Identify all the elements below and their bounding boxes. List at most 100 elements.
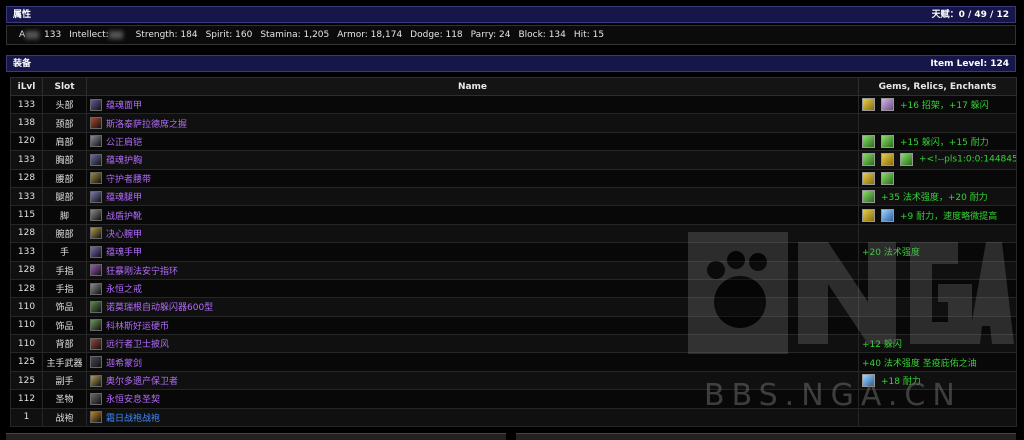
col-ilvl: iLvl <box>10 77 43 96</box>
green-gem-icon[interactable] <box>881 134 894 148</box>
equipment-title: 装备 <box>13 59 32 69</box>
stat-item: Parry: 24 <box>471 30 511 40</box>
blurred-stat <box>25 30 40 39</box>
item-ilvl: 125 <box>10 370 43 391</box>
stat-value: 118 <box>442 30 463 40</box>
enchant-text: +12 躲闪 <box>862 340 902 351</box>
item-icon[interactable] <box>90 135 102 148</box>
item-ilvl: 128 <box>10 278 43 299</box>
table-header-row: iLvl Slot Name Gems, Relics, Enchants <box>10 77 1017 96</box>
item-slot: 颈部 <box>42 113 87 133</box>
stat-value: 24 <box>496 30 511 40</box>
stat-item: Hit: 15 <box>574 30 604 40</box>
item-gems-cell <box>858 297 1017 317</box>
stat-label: Block: <box>518 30 546 40</box>
green-gem-icon[interactable] <box>862 190 875 204</box>
blue-gem-icon[interactable] <box>862 374 875 388</box>
item-slot: 手 <box>42 242 87 262</box>
stat-label: Dodge: <box>410 30 443 40</box>
item-icon[interactable] <box>90 172 102 185</box>
item-gems-cell <box>858 278 1017 299</box>
item-level: Item Level: 124 <box>930 59 1009 69</box>
pink-gem-icon[interactable] <box>881 98 894 112</box>
item-name-link[interactable]: 公正肩铠 <box>106 138 142 148</box>
enchant-text: +18 耐力 <box>881 377 921 388</box>
attributes-header: 属性 天赋：0 / 49 / 12 <box>6 6 1016 23</box>
item-name-link[interactable]: 决心腕甲 <box>106 230 142 240</box>
table-row: 133 手 蕴魂手甲 +20 法术强度 <box>10 242 1017 262</box>
item-icon[interactable] <box>90 300 102 313</box>
green-gem-icon[interactable] <box>881 171 894 185</box>
yellow-gem-icon[interactable] <box>862 171 875 185</box>
item-icon[interactable] <box>90 227 102 240</box>
item-name-link[interactable]: 科林斯好运硬币 <box>106 322 169 332</box>
item-icon[interactable] <box>90 282 102 295</box>
item-icon[interactable] <box>90 411 102 424</box>
stats-row: A 133 Intellect: Strength: 184 Spirit: 160… <box>6 25 1016 45</box>
item-name-link[interactable]: 永恒之戒 <box>106 285 142 295</box>
stat-item: Dodge: 118 <box>410 30 462 40</box>
item-ilvl: 120 <box>10 131 43 152</box>
item-name-link[interactable]: 蕴魂腿甲 <box>106 193 142 203</box>
item-name-link[interactable]: 霜日战袍战袍 <box>106 414 160 424</box>
green-gem-icon[interactable] <box>862 153 875 167</box>
item-slot: 肩部 <box>42 131 87 152</box>
item-gems-cell <box>858 407 1017 428</box>
stat-label: Intellect: <box>69 30 109 40</box>
item-icon[interactable] <box>90 356 102 369</box>
table-row: 1 战袍 霜日战袍战袍 <box>10 407 1017 428</box>
item-icon[interactable] <box>90 117 102 130</box>
table-row: 125 副手 奥尔多遗产保卫者 +18 耐力 <box>10 370 1017 391</box>
stat-item: A 133 <box>19 30 61 40</box>
item-name-link[interactable]: 奥尔多遗产保卫者 <box>106 377 178 387</box>
item-name-cell: 狂暴刚法安宁指环 <box>86 260 859 280</box>
item-icon[interactable] <box>90 190 102 203</box>
item-ilvl: 133 <box>10 150 43 170</box>
item-name-link[interactable]: 远行者卫士披风 <box>106 340 169 350</box>
item-icon[interactable] <box>90 374 102 387</box>
yellow-gem-icon[interactable] <box>862 98 875 112</box>
item-name-link[interactable]: 蕴魂护胸 <box>106 156 142 166</box>
stat-item: Block: 134 <box>518 30 565 40</box>
item-ilvl: 1 <box>10 407 43 428</box>
item-slot: 腕部 <box>42 223 87 244</box>
item-name-link[interactable]: 迦希蒙剑 <box>106 359 142 369</box>
item-name-cell: 斯洛泰萨拉德席之握 <box>86 113 859 133</box>
item-name-cell: 战盾护靴 <box>86 205 859 225</box>
item-icon[interactable] <box>90 264 102 277</box>
item-name-link[interactable]: 战盾护靴 <box>106 212 142 222</box>
item-slot: 手指 <box>42 260 87 280</box>
table-row: 133 胸部 蕴魂护胸 +<!--pls1:0:0:144845... <box>10 150 1017 170</box>
item-ilvl: 133 <box>10 94 43 115</box>
item-icon[interactable] <box>90 153 102 166</box>
yellow-gem-icon[interactable] <box>862 208 875 222</box>
item-slot: 副手 <box>42 370 87 391</box>
item-gems-cell: +12 躲闪 <box>858 334 1017 354</box>
item-name-link[interactable]: 狂暴刚法安宁指环 <box>106 267 178 277</box>
item-icon[interactable] <box>90 245 102 258</box>
item-icon[interactable] <box>90 337 102 350</box>
item-name-cell: 守护者腰带 <box>86 168 859 188</box>
green-gem-icon[interactable] <box>900 153 913 167</box>
item-name-link[interactable]: 诺莫瑞根自动躲闪器600型 <box>106 303 213 313</box>
table-row: 133 头部 蕴魂面甲 +16 招架，+17 躲闪 <box>10 94 1017 115</box>
table-row: 112 圣物 永恒安息圣契 <box>10 389 1017 409</box>
green-gem-icon[interactable] <box>862 134 875 148</box>
item-name-link[interactable]: 守护者腰带 <box>106 175 151 185</box>
stat-value <box>125 30 128 40</box>
table-row: 120 肩部 公正肩铠 +15 躲闪，+15 耐力 <box>10 131 1017 152</box>
yellow-gem-icon[interactable] <box>881 153 894 167</box>
item-name-link[interactable]: 蕴魂面甲 <box>106 101 142 111</box>
table-row: 125 主手武器 迦希蒙剑 +40 法术强度 圣疫庇佑之油 <box>10 352 1017 372</box>
blue-gem-icon[interactable] <box>881 208 894 222</box>
item-name-link[interactable]: 永恒安息圣契 <box>106 395 160 405</box>
stat-item: Stamina: 1,205 <box>260 30 329 40</box>
item-icon[interactable] <box>90 392 102 405</box>
item-icon[interactable] <box>90 319 102 332</box>
item-name-link[interactable]: 蕴魂手甲 <box>106 248 142 258</box>
col-slot: Slot <box>42 77 87 96</box>
item-icon[interactable] <box>90 98 102 111</box>
item-name-link[interactable]: 斯洛泰萨拉德席之握 <box>106 120 187 130</box>
item-gems-cell <box>858 223 1017 244</box>
item-icon[interactable] <box>90 209 102 222</box>
